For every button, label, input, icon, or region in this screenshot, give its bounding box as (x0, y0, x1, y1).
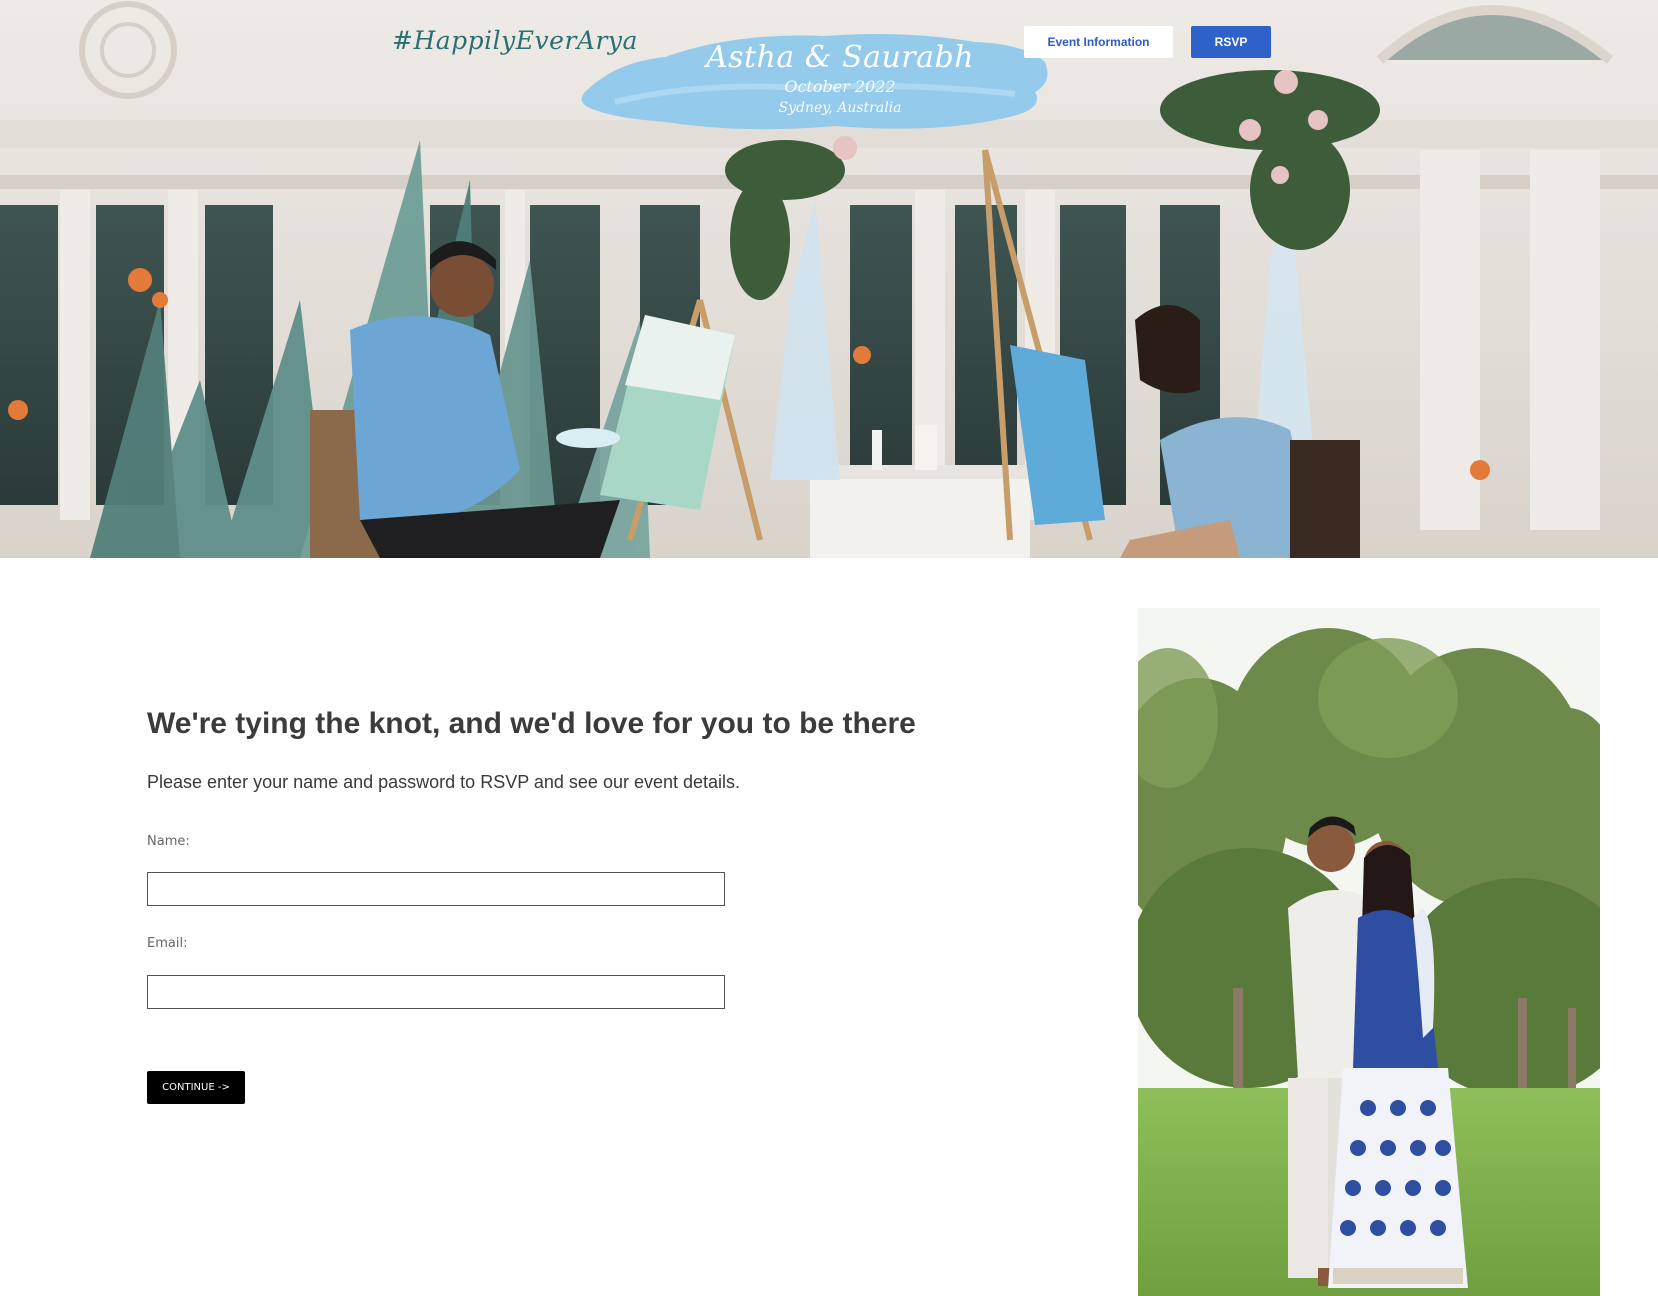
name-field[interactable] (147, 872, 725, 906)
rsvp-nav-button[interactable]: RSVP (1191, 26, 1271, 58)
event-date: October 2022 (784, 77, 896, 96)
email-label: Email: (147, 936, 188, 951)
couple-photo (1138, 608, 1600, 1296)
couple-photo-image (1138, 608, 1600, 1296)
continue-button[interactable]: CONTINUE -> (147, 1071, 245, 1104)
couple-names: Astha & Saurabh (705, 40, 975, 75)
event-location: Sydney, Australia (778, 100, 902, 116)
name-label: Name: (147, 834, 190, 849)
hero-banner: #HappilyEverArya Astha & Saurabh October… (0, 0, 1658, 558)
page-headline: We're tying the knot, and we'd love for … (147, 707, 916, 740)
couple-title-block: Astha & Saurabh October 2022 Sydney, Aus… (620, 40, 1060, 116)
page-subtext: Please enter your name and password to R… (147, 772, 741, 792)
email-field[interactable] (147, 975, 725, 1009)
event-information-button[interactable]: Event Information (1024, 26, 1173, 58)
